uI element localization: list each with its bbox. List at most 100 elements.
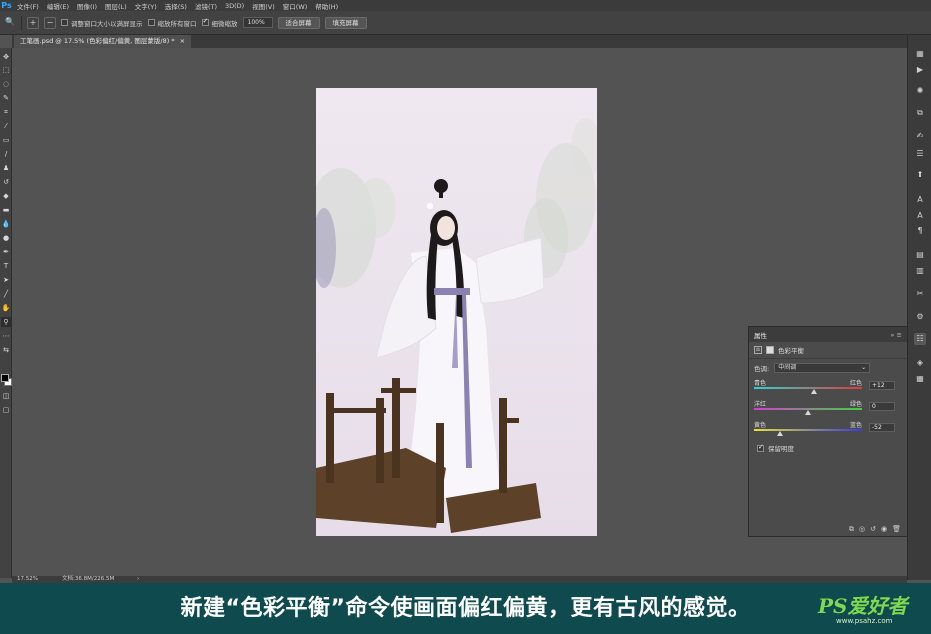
more-tools-icon[interactable]: ⋯ <box>1 331 11 341</box>
hand-tool-icon[interactable]: ✋ <box>1 303 11 313</box>
slider-track[interactable] <box>754 387 862 389</box>
close-tab-icon[interactable]: × <box>180 35 185 48</box>
slider-value-field[interactable]: +12 <box>869 381 895 390</box>
menu-select[interactable]: 选择(S) <box>161 1 191 11</box>
dodge-tool-icon[interactable]: ● <box>1 233 11 243</box>
zoom-percent-field[interactable]: 100% <box>242 17 273 28</box>
notes-icon[interactable]: ▤ <box>914 249 926 261</box>
info-icon[interactable]: ▥ <box>914 265 926 277</box>
status-menu-arrow-icon[interactable]: › <box>137 576 139 583</box>
menu-3d[interactable]: 3D(D) <box>221 2 248 10</box>
yellow-blue-slider[interactable]: 黄色 蓝色 -52 <box>754 419 902 440</box>
zoom-tool-icon[interactable]: 🔍 <box>4 17 16 29</box>
layers-icon[interactable]: ◈ <box>914 357 926 369</box>
scrubby-zoom-option[interactable]: 细微缩放 <box>201 17 238 28</box>
zoom-in-icon[interactable]: + <box>27 16 39 29</box>
character-icon[interactable]: A <box>914 194 926 206</box>
menu-window[interactable]: 窗口(W) <box>279 1 312 11</box>
color-balance-icon: ⚖ <box>754 346 762 354</box>
actions-play-icon[interactable]: ▶ <box>914 64 926 76</box>
channels-icon[interactable]: ▦ <box>914 373 926 385</box>
menu-file[interactable]: 文件(F) <box>13 1 43 11</box>
menu-type[interactable]: 文字(Y) <box>131 1 161 11</box>
slider-value-field[interactable]: -52 <box>869 423 895 432</box>
patch-tool-icon[interactable]: ▭ <box>1 135 11 145</box>
path-select-tool-icon[interactable]: ➤ <box>1 275 11 285</box>
magenta-green-slider[interactable]: 洋红 绿色 0 <box>754 398 902 419</box>
swap-colors-icon[interactable]: ⇆ <box>1 345 11 355</box>
line-tool-icon[interactable]: ╱ <box>1 289 11 299</box>
slider-right-label: 绿色 <box>849 401 862 408</box>
zoom-all-option[interactable]: 缩放所有窗口 <box>147 18 197 28</box>
menu-view[interactable]: 视图(V) <box>248 1 279 11</box>
history-brush-icon[interactable]: ↺ <box>1 177 11 187</box>
slider-thumb[interactable] <box>776 431 783 436</box>
history-icon[interactable]: ▦ <box>914 48 926 60</box>
brush-settings-icon[interactable]: ☰ <box>914 148 926 160</box>
view-previous-icon[interactable]: ◎ <box>859 525 865 533</box>
resize-windows-checkbox[interactable] <box>61 19 68 26</box>
fill-screen-button[interactable]: 填充屏幕 <box>324 16 367 29</box>
photoshop-window: Ps 文件(F) 编辑(E) 图像(I) 图层(L) 文字(Y) 选择(S) 滤… <box>0 0 931 634</box>
panel-header: 属性 » ≡ <box>749 327 907 342</box>
type-tool-icon[interactable]: T <box>1 261 11 271</box>
trash-icon[interactable]: 🗑 <box>892 525 901 533</box>
slider-thumb[interactable] <box>811 389 818 394</box>
document-canvas[interactable] <box>316 88 597 536</box>
collapse-panel-icon[interactable]: » <box>890 331 894 339</box>
foreground-color-swatch[interactable] <box>1 374 9 382</box>
slider-track[interactable] <box>754 429 862 431</box>
crop-tool-icon[interactable]: ⌗ <box>1 107 11 117</box>
resize-windows-option[interactable]: 调整窗口大小以满屏显示 <box>61 18 143 28</box>
reset-icon[interactable]: ↺ <box>870 525 876 533</box>
brightness-icon[interactable]: ✺ <box>914 85 926 97</box>
brush-tool-icon[interactable]: / <box>1 149 11 159</box>
screen-mode-icon[interactable]: ▢ <box>1 405 11 415</box>
zoom-out-icon[interactable]: − <box>44 16 56 29</box>
adjustments-icon[interactable]: ⚙ <box>914 311 926 323</box>
pen-tool-icon[interactable]: ✒ <box>1 247 11 257</box>
zoom-tool-icon[interactable]: ⚲ <box>1 317 11 327</box>
lasso-tool-icon[interactable]: ◌ <box>1 79 11 89</box>
tools-icon[interactable]: ✂ <box>914 288 926 300</box>
slider-value-field[interactable]: 0 <box>869 402 895 411</box>
clip-to-layer-icon[interactable]: ⧉ <box>849 525 854 534</box>
tone-select[interactable]: 中间调 ⌄ <box>774 363 871 373</box>
stamp-tool-icon[interactable]: ♟ <box>1 163 11 173</box>
preserve-luminosity-checkbox[interactable] <box>757 443 764 452</box>
scrubby-zoom-checkbox[interactable] <box>201 17 209 26</box>
stamp-icon[interactable]: ⬆ <box>914 169 926 181</box>
menu-image[interactable]: 图像(I) <box>73 1 101 11</box>
tool-presets-icon[interactable]: ✍ <box>914 130 926 142</box>
hanfu-photo <box>316 88 597 536</box>
slider-thumb[interactable] <box>805 410 811 415</box>
fit-screen-button[interactable]: 适合屏幕 <box>277 16 320 29</box>
gradient-tool-icon[interactable]: ▬ <box>1 205 11 215</box>
move-tool-icon[interactable]: ✥ <box>1 52 11 62</box>
zoom-all-checkbox[interactable] <box>147 19 155 26</box>
clone-source-icon[interactable]: ⧉ <box>914 107 926 119</box>
layer-mask-icon[interactable] <box>766 346 774 354</box>
scrubby-zoom-label: 细微缩放 <box>211 19 238 28</box>
blur-tool-icon[interactable]: 💧 <box>1 219 11 229</box>
menu-help[interactable]: 帮助(H) <box>311 1 342 11</box>
panel-title[interactable]: 属性 <box>754 330 767 340</box>
character-style-icon[interactable]: A <box>914 210 926 222</box>
quick-select-tool-icon[interactable]: ✎ <box>1 93 11 103</box>
document-tab[interactable]: 工笔画.psd @ 17.5% (色彩偏红/偏黄, 图层蒙版/8) * × <box>14 35 192 48</box>
eyedropper-tool-icon[interactable]: ⁄ <box>1 121 11 131</box>
menu-edit[interactable]: 编辑(E) <box>43 1 73 11</box>
menu-filter[interactable]: 滤镜(T) <box>191 1 221 11</box>
ps-logo: Ps <box>1 1 12 10</box>
cyan-red-slider[interactable]: 青色 红色 +12 <box>754 377 902 398</box>
panel-menu-icon[interactable]: ≡ <box>897 331 902 339</box>
visibility-eye-icon[interactable]: ◉ <box>881 525 887 533</box>
paragraph-icon[interactable]: ¶ <box>914 225 926 237</box>
preserve-luminosity-option[interactable]: 保留明度 <box>749 440 907 456</box>
menu-layer[interactable]: 图层(L) <box>101 1 131 11</box>
marquee-tool-icon[interactable]: ⬚ <box>1 65 11 75</box>
eraser-tool-icon[interactable]: ◆ <box>1 191 11 201</box>
properties-icon[interactable]: ☷ <box>914 333 926 345</box>
status-zoom[interactable]: 17.52% <box>17 576 38 583</box>
quick-mask-icon[interactable]: ◫ <box>1 391 11 401</box>
